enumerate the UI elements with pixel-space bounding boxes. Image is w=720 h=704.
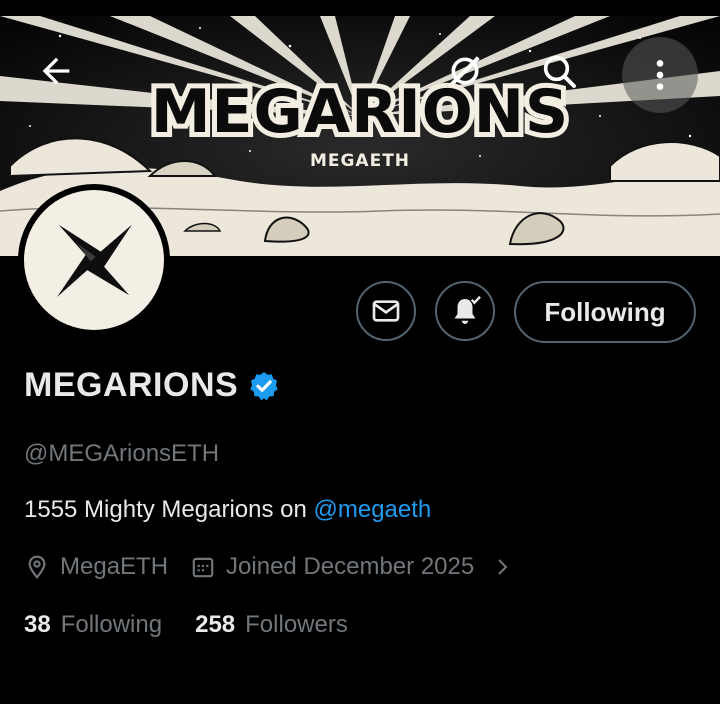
name-row: MEGARIONS — [24, 366, 280, 405]
bell-check-icon — [454, 295, 482, 324]
bio-mention-link[interactable]: @megaeth — [314, 496, 432, 523]
profile-stats: 38 Following 258 Followers — [24, 611, 348, 639]
more-vertical-icon — [656, 60, 664, 90]
following-label: Following — [60, 611, 163, 638]
verified-badge-icon[interactable] — [248, 370, 280, 402]
more-button[interactable] — [622, 37, 698, 113]
following-count: 38 — [24, 611, 51, 638]
joined-item[interactable]: Joined December 2025 — [190, 553, 514, 581]
bio-text: 1555 Mighty Megarions on — [24, 496, 314, 523]
message-button[interactable] — [356, 281, 416, 341]
followers-label: Followers — [245, 611, 348, 638]
following-stat[interactable]: 38 Following — [24, 611, 162, 639]
arrow-left-icon — [42, 57, 70, 85]
grok-button[interactable] — [437, 43, 493, 99]
calendar-icon — [192, 557, 214, 578]
grok-icon — [450, 56, 480, 86]
banner-title: MEGARIONS — [151, 77, 569, 147]
location-text: MegaETH — [60, 553, 169, 580]
profile-bio: 1555 Mighty Megarions on @megaeth — [24, 496, 431, 524]
four-point-star-logo — [57, 224, 132, 297]
following-button[interactable]: Following — [514, 281, 696, 343]
notifications-button[interactable] — [435, 281, 495, 341]
search-button[interactable] — [531, 43, 587, 99]
envelope-icon — [372, 300, 400, 322]
location-item: MegaETH — [24, 553, 168, 581]
followers-stat[interactable]: 258 Followers — [195, 611, 348, 639]
followers-count: 258 — [195, 611, 236, 638]
banner-subtitle: MEGAETH — [310, 151, 410, 171]
joined-text: Joined December 2025 — [226, 553, 475, 580]
avatar-image — [24, 190, 164, 330]
profile-handle: @MEGArionsETH — [24, 440, 220, 467]
location-pin-icon — [28, 555, 46, 579]
chevron-right-icon — [498, 559, 508, 575]
search-icon — [543, 55, 576, 88]
back-button[interactable] — [28, 43, 84, 99]
display-name: MEGARIONS — [24, 366, 239, 404]
profile-meta: MegaETH Joined December 2025 — [24, 553, 514, 581]
profile-avatar[interactable] — [18, 184, 170, 336]
